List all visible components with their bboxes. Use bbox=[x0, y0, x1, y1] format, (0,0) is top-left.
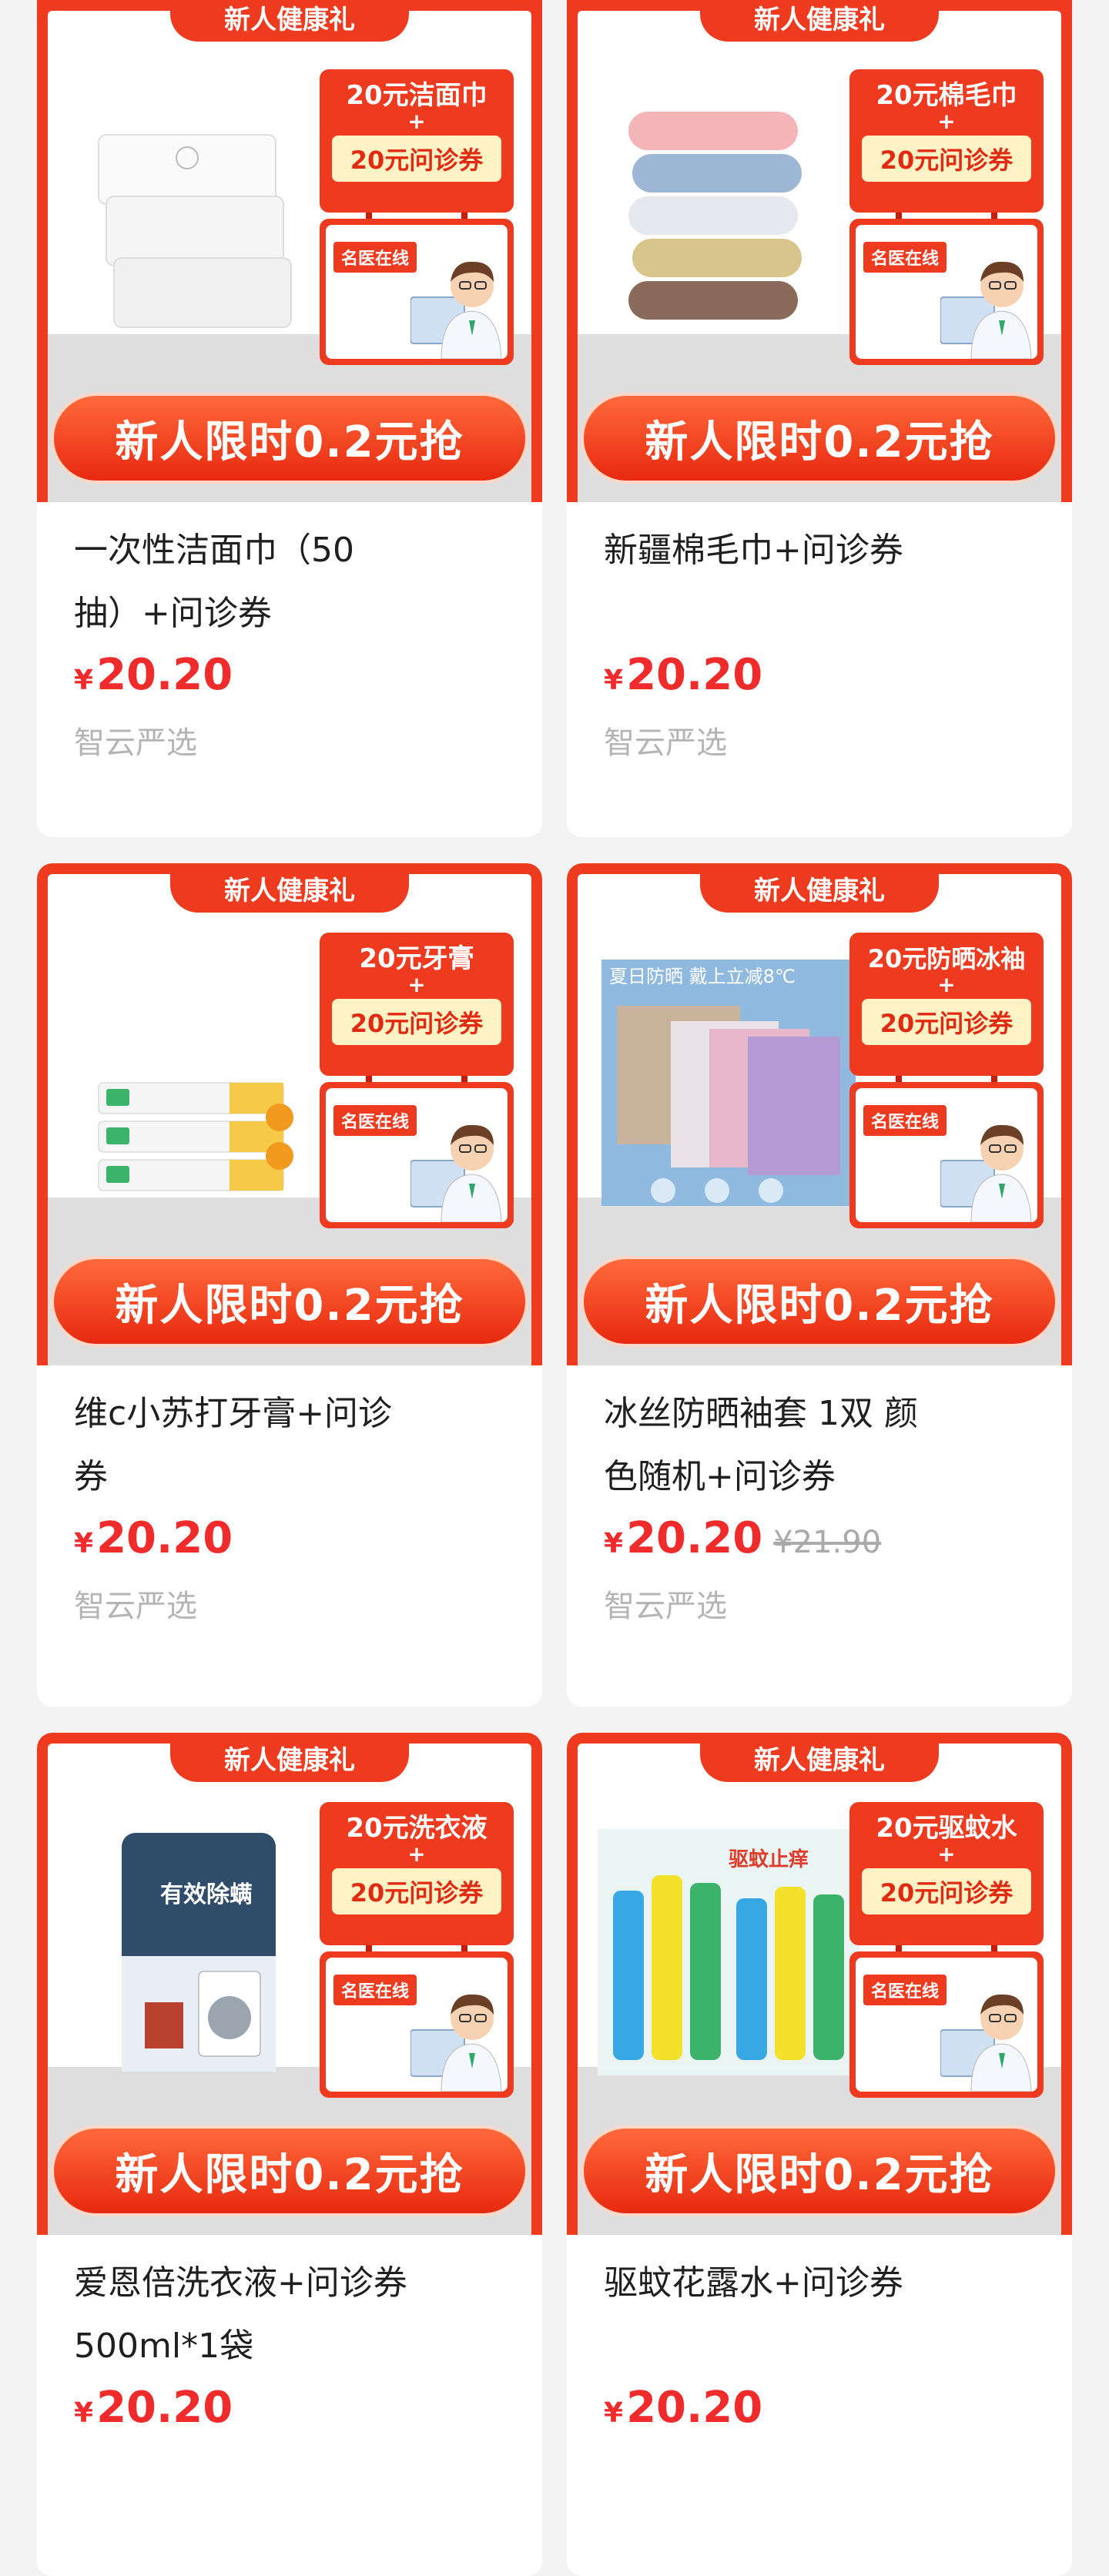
product-price: 20.20 bbox=[626, 2383, 763, 2433]
product-price: 20.20 bbox=[96, 2383, 233, 2433]
product-card[interactable]: 新人健康礼 20元棉毛巾 + 20元问诊券 名医在线 新人限时0.2元抢 新疆棉… bbox=[567, 0, 1072, 837]
flash-sale-banner-label: 新人限时0.2元抢 bbox=[581, 393, 1058, 484]
shop-name: 智云严选 bbox=[604, 725, 727, 761]
doctor-illustration bbox=[410, 261, 502, 359]
product-banner: 新人健康礼 有效除螨 20元洗衣液 + 20元问诊券 名医在线 新人限时0.2元… bbox=[37, 1733, 542, 2235]
price-row: ¥ 20.20 bbox=[604, 2383, 1035, 2437]
doctor-box: 名医在线 bbox=[849, 219, 1044, 365]
price-row: ¥ 20.20 bbox=[74, 650, 505, 704]
coupon-label: 20元问诊券 bbox=[862, 999, 1031, 1045]
product-image: 夏日防晒 戴上立减8℃ bbox=[598, 956, 859, 1210]
doctor-tag: 名医在线 bbox=[863, 1975, 947, 2005]
product-image: 有效除螨 bbox=[68, 1825, 330, 2079]
offer-panel: 20元洗衣液 + 20元问诊券 名医在线 bbox=[317, 1802, 516, 2098]
currency-symbol: ¥ bbox=[74, 2397, 94, 2429]
currency-symbol: ¥ bbox=[74, 1528, 94, 1559]
new-user-gift-tab: 新人健康礼 bbox=[700, 0, 939, 42]
product-card[interactable]: 新人健康礼 驱蚊止痒 20元驱蚊水 + 20元问诊券 名医在线 新人限时0.2元… bbox=[567, 1733, 1072, 2576]
price-row: ¥ 20.20 bbox=[74, 1513, 505, 1567]
plus-sign: + bbox=[937, 972, 956, 997]
product-card[interactable]: 新人健康礼 20元牙膏 + 20元问诊券 名医在线 新人限时0.2元抢 维c小苏… bbox=[37, 863, 542, 1707]
product-image bbox=[68, 956, 330, 1210]
original-price: ¥21.90 bbox=[773, 1525, 882, 1560]
product-banner: 新人健康礼 20元洁面巾 + 20元问诊券 名医在线 新人限时0.2元抢 bbox=[37, 0, 542, 502]
doctor-box: 名医在线 bbox=[320, 1951, 514, 2098]
plus-sign: + bbox=[937, 109, 956, 134]
product-title: 新疆棉毛巾+问诊券 bbox=[604, 531, 903, 570]
doctor-box: 名医在线 bbox=[320, 1082, 514, 1228]
product-title: 维c小苏打牙膏+问诊券 bbox=[74, 1394, 393, 1496]
product-price: 20.20 bbox=[96, 1513, 233, 1563]
price-row: ¥ 20.20 bbox=[604, 650, 1035, 704]
doctor-box: 名医在线 bbox=[849, 1951, 1044, 2098]
doctor-tag: 名医在线 bbox=[333, 242, 417, 273]
doctor-illustration bbox=[940, 1994, 1032, 2092]
new-user-gift-tab: 新人健康礼 bbox=[170, 863, 409, 913]
shop-name: 智云严选 bbox=[604, 1589, 727, 1624]
currency-symbol: ¥ bbox=[74, 665, 94, 696]
doctor-tag: 名医在线 bbox=[863, 242, 947, 273]
flash-sale-banner-label: 新人限时0.2元抢 bbox=[581, 1256, 1058, 1347]
price-row: ¥ 20.20 bbox=[74, 2383, 505, 2437]
product-title: 冰丝防晒袖套 1双 颜色随机+问诊券 bbox=[604, 1394, 918, 1496]
product-card[interactable]: 新人健康礼 夏日防晒 戴上立减8℃ 20元防晒冰袖 + 20元问诊券 名医在线 … bbox=[567, 863, 1072, 1707]
product-title: 驱蚊花露水+问诊券 bbox=[604, 2263, 903, 2303]
doctor-tag: 名医在线 bbox=[333, 1105, 417, 1136]
new-user-gift-tab: 新人健康礼 bbox=[700, 1733, 939, 1782]
product-image bbox=[598, 92, 859, 347]
product-banner: 新人健康礼 20元牙膏 + 20元问诊券 名医在线 新人限时0.2元抢 bbox=[37, 863, 542, 1365]
plus-sign: + bbox=[407, 1841, 426, 1867]
product-image bbox=[68, 92, 330, 347]
doctor-tag: 名医在线 bbox=[863, 1105, 947, 1136]
offer-panel: 20元防晒冰袖 + 20元问诊券 名医在线 bbox=[847, 933, 1046, 1228]
currency-symbol: ¥ bbox=[604, 665, 624, 696]
plus-sign: + bbox=[407, 109, 426, 134]
product-price: 20.20 bbox=[626, 1513, 763, 1563]
doctor-box: 名医在线 bbox=[849, 1082, 1044, 1228]
coupon-label: 20元问诊券 bbox=[862, 136, 1031, 182]
product-banner: 新人健康礼 20元棉毛巾 + 20元问诊券 名医在线 新人限时0.2元抢 bbox=[567, 0, 1072, 502]
new-user-gift-tab: 新人健康礼 bbox=[170, 0, 409, 42]
shop-name: 智云严选 bbox=[74, 1589, 197, 1624]
flash-sale-banner-label: 新人限时0.2元抢 bbox=[51, 393, 528, 484]
product-image: 驱蚊止痒 bbox=[598, 1825, 859, 2079]
product-card[interactable]: 新人健康礼 20元洁面巾 + 20元问诊券 名医在线 新人限时0.2元抢 一次性… bbox=[37, 0, 542, 837]
product-card[interactable]: 新人健康礼 有效除螨 20元洗衣液 + 20元问诊券 名医在线 新人限时0.2元… bbox=[37, 1733, 542, 2576]
offer-panel: 20元牙膏 + 20元问诊券 名医在线 bbox=[317, 933, 516, 1228]
new-user-gift-tab: 新人健康礼 bbox=[700, 863, 939, 913]
offer-panel: 20元驱蚊水 + 20元问诊券 名医在线 bbox=[847, 1802, 1046, 2098]
price-row: ¥ 20.20 ¥21.90 bbox=[604, 1513, 1035, 1567]
doctor-box: 名医在线 bbox=[320, 219, 514, 365]
product-title: 一次性洁面巾（50 抽）+问诊券 bbox=[74, 531, 354, 633]
plus-sign: + bbox=[407, 972, 426, 997]
offer-panel: 20元棉毛巾 + 20元问诊券 名医在线 bbox=[847, 69, 1046, 365]
currency-symbol: ¥ bbox=[604, 1528, 624, 1559]
new-user-gift-tab: 新人健康礼 bbox=[170, 1733, 409, 1782]
coupon-label: 20元问诊券 bbox=[332, 136, 501, 182]
product-image-text: 有效除螨 bbox=[160, 1881, 253, 1908]
product-image-text: 夏日防晒 戴上立减8℃ bbox=[609, 966, 796, 987]
doctor-illustration bbox=[940, 261, 1032, 359]
doctor-illustration bbox=[410, 1124, 502, 1222]
coupon-label: 20元问诊券 bbox=[862, 1868, 1031, 1914]
flash-sale-banner-label: 新人限时0.2元抢 bbox=[51, 2125, 528, 2216]
product-title: 爱恩倍洗衣液+问诊券 500ml*1袋 bbox=[74, 2263, 407, 2366]
currency-symbol: ¥ bbox=[604, 2397, 624, 2429]
doctor-illustration bbox=[410, 1994, 502, 2092]
coupon-label: 20元问诊券 bbox=[332, 999, 501, 1045]
doctor-illustration bbox=[940, 1124, 1032, 1222]
product-price: 20.20 bbox=[96, 650, 233, 700]
coupon-label: 20元问诊券 bbox=[332, 1868, 501, 1914]
product-banner: 新人健康礼 驱蚊止痒 20元驱蚊水 + 20元问诊券 名医在线 新人限时0.2元… bbox=[567, 1733, 1072, 2235]
offer-panel: 20元洁面巾 + 20元问诊券 名医在线 bbox=[317, 69, 516, 365]
product-banner: 新人健康礼 夏日防晒 戴上立减8℃ 20元防晒冰袖 + 20元问诊券 名医在线 … bbox=[567, 863, 1072, 1365]
shop-name: 智云严选 bbox=[74, 725, 197, 761]
product-image-text: 驱蚊止痒 bbox=[729, 1847, 809, 1871]
flash-sale-banner-label: 新人限时0.2元抢 bbox=[51, 1256, 528, 1347]
plus-sign: + bbox=[937, 1841, 956, 1867]
product-price: 20.20 bbox=[626, 650, 763, 700]
doctor-tag: 名医在线 bbox=[333, 1975, 417, 2005]
flash-sale-banner-label: 新人限时0.2元抢 bbox=[581, 2125, 1058, 2216]
product-grid: 新人健康礼 20元洁面巾 + 20元问诊券 名医在线 新人限时0.2元抢 一次性… bbox=[37, 0, 1072, 2576]
